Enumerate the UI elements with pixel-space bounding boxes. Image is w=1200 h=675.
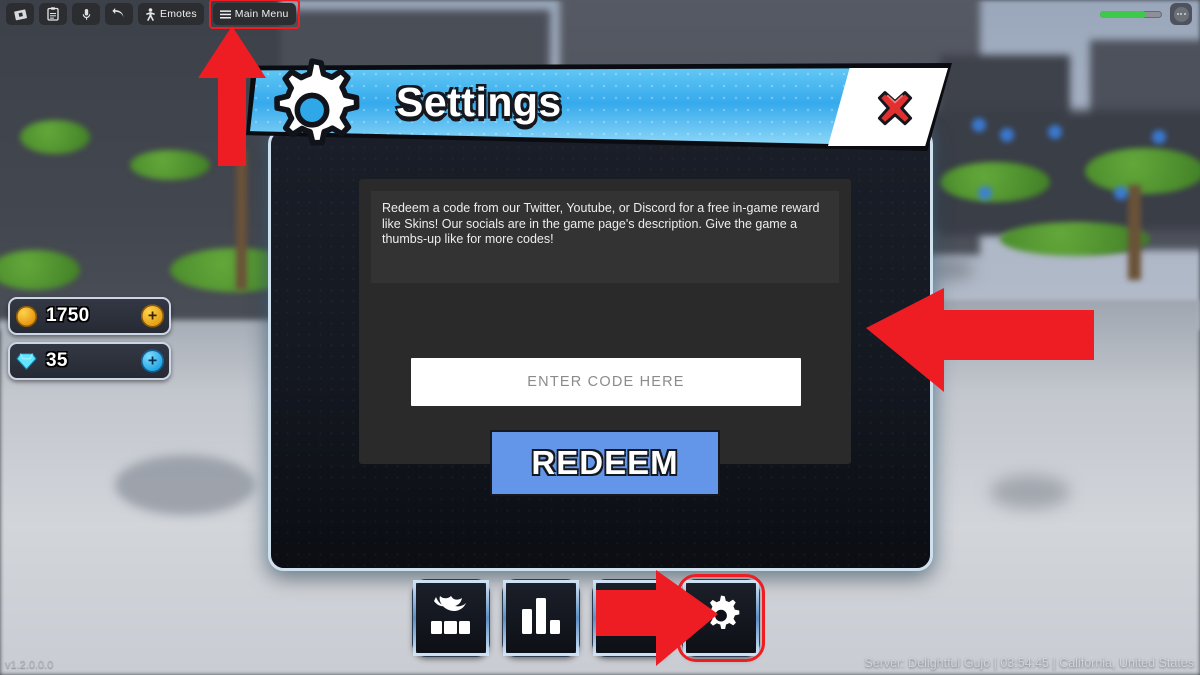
roblox-logo-button[interactable] bbox=[6, 3, 34, 25]
game-screen: Emotes Main Menu 1750 + 35 + Redeem a co… bbox=[0, 0, 1200, 675]
light-dot bbox=[1114, 186, 1128, 200]
foliage bbox=[130, 150, 210, 180]
character-button[interactable] bbox=[413, 580, 489, 656]
description-text: Redeem a code from our Twitter, Youtube,… bbox=[382, 201, 820, 246]
bar-chart-icon bbox=[519, 596, 563, 641]
light-dot bbox=[1152, 130, 1166, 144]
back-arrow-icon bbox=[112, 8, 126, 20]
roblox-topbar: Emotes Main Menu bbox=[0, 0, 1200, 29]
redeem-button[interactable]: REDEEM bbox=[490, 430, 720, 496]
gold-add-button[interactable]: + bbox=[141, 304, 164, 328]
ground-blob bbox=[115, 455, 255, 515]
light-dot bbox=[1000, 128, 1014, 142]
character-icon bbox=[428, 595, 474, 642]
server-info-label: Server: Delightful Gujo | 03:54:45 | Cal… bbox=[864, 656, 1194, 670]
ellipsis-icon bbox=[1173, 6, 1189, 22]
page-title: Settings bbox=[396, 79, 562, 125]
foliage bbox=[20, 120, 90, 154]
settings-content-area: Redeem a code from our Twitter, Youtube,… bbox=[359, 179, 851, 496]
gem-amount: 35 bbox=[46, 350, 68, 371]
gear-icon bbox=[698, 593, 744, 644]
roblox-icon bbox=[13, 8, 27, 21]
description-box: Redeem a code from our Twitter, Youtube,… bbox=[371, 191, 839, 283]
code-input-placeholder: ENTER CODE HERE bbox=[527, 374, 685, 390]
settings-button[interactable] bbox=[677, 574, 765, 662]
light-dot bbox=[972, 118, 986, 132]
clipboard-icon bbox=[47, 7, 59, 21]
version-label: v1.2.0.0.0 bbox=[5, 659, 54, 671]
settings-panel: Redeem a code from our Twitter, Youtube,… bbox=[268, 128, 933, 571]
diamond-gem-icon bbox=[16, 351, 37, 372]
emote-person-icon bbox=[145, 7, 156, 21]
ground-shadow bbox=[990, 475, 1070, 509]
shop-button[interactable] bbox=[593, 580, 669, 656]
redeem-button-label: REDEEM bbox=[531, 444, 679, 481]
back-button[interactable] bbox=[105, 3, 133, 25]
more-options-button[interactable] bbox=[1170, 3, 1192, 25]
main-menu-label: Main Menu bbox=[234, 8, 289, 20]
obscured-icon bbox=[611, 597, 651, 640]
code-input[interactable]: ENTER CODE HERE bbox=[411, 358, 801, 406]
foliage bbox=[940, 162, 1050, 202]
clipboard-button[interactable] bbox=[39, 3, 67, 25]
gear-icon bbox=[256, 55, 368, 172]
microphone-icon bbox=[82, 8, 91, 21]
settings-title-banner: Settings bbox=[246, 58, 952, 151]
emotes-label: Emotes bbox=[160, 8, 197, 20]
ground-shadow bbox=[930, 258, 974, 280]
palm-trunk bbox=[1128, 185, 1141, 280]
light-dot bbox=[1048, 125, 1062, 139]
gold-currency-row[interactable]: 1750 + bbox=[8, 297, 171, 335]
health-bar bbox=[1100, 10, 1162, 18]
main-menu-highlight: Main Menu bbox=[208, 0, 300, 29]
currency-panel: 1750 + 35 + bbox=[8, 297, 171, 380]
gem-currency-row[interactable]: 35 + bbox=[8, 342, 171, 380]
light-dot bbox=[978, 186, 992, 200]
bottom-navigation bbox=[413, 574, 765, 662]
foliage bbox=[1085, 148, 1200, 194]
tree-trunk bbox=[236, 150, 247, 290]
topbar-right-cluster bbox=[1100, 3, 1192, 25]
main-menu-button[interactable]: Main Menu bbox=[212, 3, 296, 25]
microphone-button[interactable] bbox=[72, 3, 100, 25]
close-x-icon[interactable] bbox=[876, 88, 914, 131]
emotes-button[interactable]: Emotes bbox=[138, 3, 204, 25]
gem-add-button[interactable]: + bbox=[141, 349, 164, 373]
health-bar-fill bbox=[1100, 10, 1146, 18]
gold-coin-icon bbox=[16, 305, 37, 327]
gold-amount: 1750 bbox=[46, 305, 90, 326]
hamburger-icon bbox=[219, 9, 231, 19]
stats-button[interactable] bbox=[503, 580, 579, 656]
